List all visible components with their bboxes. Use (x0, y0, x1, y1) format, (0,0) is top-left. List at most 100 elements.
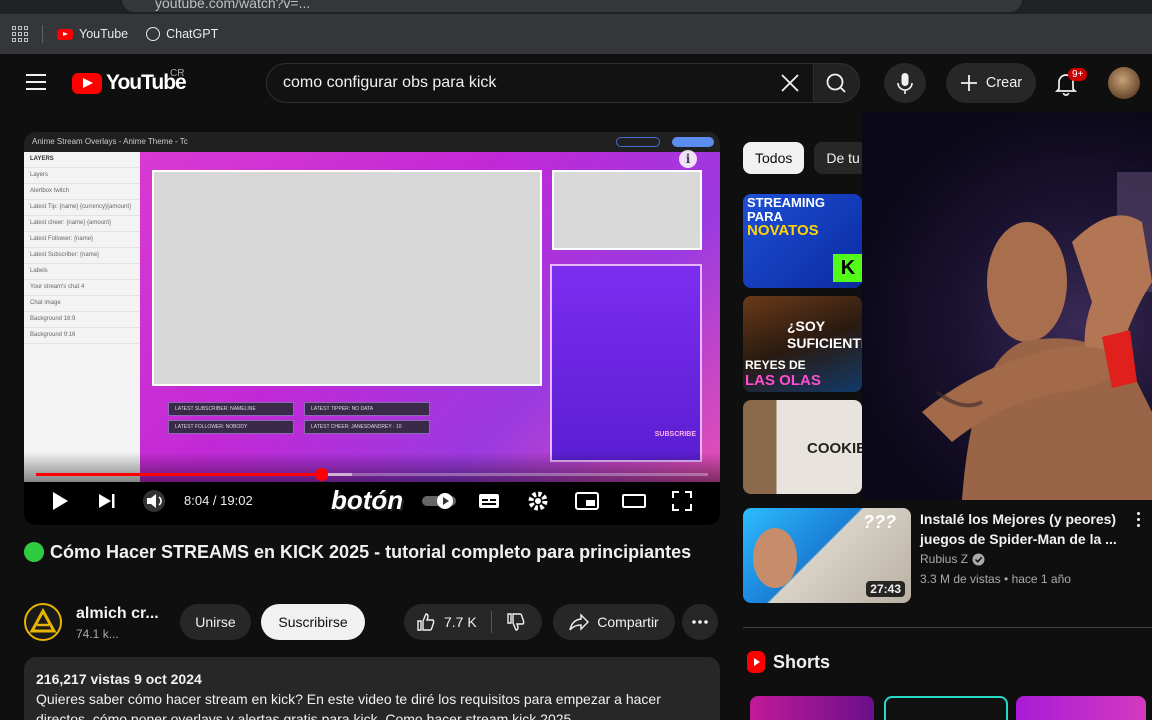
alert-label: LATEST FOLLOWER: NOBODY (168, 420, 294, 434)
share-icon (569, 613, 590, 631)
more-vertical-icon[interactable] (1134, 512, 1142, 530)
related-thumbnail[interactable]: COOKIE (743, 400, 862, 494)
menu-icon[interactable] (26, 74, 46, 90)
play-icon[interactable] (50, 489, 70, 513)
alert-label: LATEST SUBSCRIBER: NAMELINE (168, 402, 294, 416)
plus-icon (960, 75, 977, 91)
description-text: Quieres saber cómo hacer stream en kick?… (36, 691, 661, 720)
search-input[interactable]: como configurar obs para kick (283, 74, 496, 92)
related-video-thumbnail[interactable]: ??? 27:43 (743, 508, 911, 603)
progress-scrubber[interactable] (314, 468, 328, 481)
video-editor-topbar: Anime Stream Overlays - Anime Theme - Tc (24, 132, 720, 152)
youtube-play-icon (72, 72, 102, 94)
shorts-label: Shorts (773, 651, 831, 672)
video-overlay-canvas: SUBSCRIBE LATEST SUBSCRIBER: NAMELINE LA… (140, 152, 720, 482)
thumb-text: COOKIE (807, 440, 862, 457)
notifications-badge: 9+ (1068, 68, 1088, 81)
progress-bar[interactable] (36, 468, 708, 481)
dislike-icon[interactable] (506, 612, 526, 632)
related-thumbnail[interactable]: ¿SOY SUFICIENTE REYES DE LAS OLAS (743, 296, 862, 392)
masthead: YouTube CR como configurar obs para kick… (0, 54, 1152, 112)
channel-subscribers: 74.1 k... (76, 627, 119, 641)
short-thumbnail[interactable] (884, 696, 1008, 720)
layer-row: Your stream's chat 4 (24, 280, 140, 296)
thumb-text: ¿SOY SUFICIENTE (787, 318, 862, 351)
related-thumbnail[interactable]: STREAMING PARA NOVATOS K (743, 194, 862, 288)
caption-overlay: botón (331, 485, 404, 515)
share-button[interactable]: Compartir (553, 604, 675, 640)
related-channel-name: Rubius Z (920, 552, 969, 566)
related-video-meta: 3.3 M de vistas • hace 1 año (920, 572, 1071, 586)
alert-label: LATEST CHEER: JANESDANDREY · 10 (304, 420, 430, 434)
layer-row: Latest Follower: {name} (24, 232, 140, 248)
account-avatar[interactable] (1108, 67, 1140, 99)
video-title: Cómo Hacer STREAMS en KICK 2025 - tutori… (24, 538, 714, 566)
layer-row: Latest Tip: {name} {currency}{amount} (24, 200, 140, 216)
search-box[interactable]: como configurar obs para kick (266, 63, 814, 103)
youtube-logo[interactable]: YouTube (72, 71, 187, 95)
clear-icon[interactable] (779, 72, 801, 94)
like-dislike-group: 7.7 K (404, 604, 542, 640)
thumb-text: NOVATOS (747, 222, 819, 239)
subscribe-badge: SUBSCRIBE (654, 431, 696, 438)
miniplayer-icon[interactable] (574, 489, 600, 513)
editor-preview-pill (616, 137, 660, 147)
shorts-icon (747, 651, 765, 673)
subscribe-button[interactable]: Suscribirse (261, 604, 365, 640)
like-divider (490, 611, 492, 633)
layer-row: Labels (24, 264, 140, 280)
channel-logo-icon (29, 607, 57, 633)
like-count: 7.7 K (444, 614, 477, 630)
bookmarks-bar: YouTube ChatGPT (0, 14, 1152, 54)
volume-icon[interactable] (142, 489, 170, 513)
short-thumbnail[interactable] (1016, 696, 1146, 720)
fullscreen-icon[interactable] (670, 489, 694, 513)
search-button[interactable] (814, 63, 860, 103)
webcam-overlay (862, 112, 1152, 500)
chatgpt-icon (146, 27, 161, 41)
voice-search-button[interactable] (884, 63, 926, 103)
description-box[interactable]: 216,217 vistas 9 oct 2024 Quieres saber … (24, 657, 720, 720)
thumb-text: STREAMING PARA (747, 195, 825, 224)
more-actions-button[interactable] (682, 604, 718, 640)
editor-save-pill (672, 137, 714, 147)
video-layers-panel: LAYERS Layers Alertbox twitch Latest Tip… (24, 152, 140, 482)
subscribe-label: Suscribirse (278, 614, 348, 630)
settings-gear-icon[interactable] (526, 489, 550, 513)
bookmark-youtube[interactable]: YouTube (57, 27, 128, 41)
filter-chips: Todos De tu (743, 142, 872, 174)
autoplay-toggle-icon[interactable] (420, 489, 458, 513)
create-button[interactable]: Crear (946, 63, 1036, 103)
shorts-header: Shorts (747, 651, 830, 673)
related-video-channel[interactable]: Rubius Z (920, 552, 985, 566)
video-duration: 27:43 (866, 581, 905, 597)
short-thumbnail[interactable] (750, 696, 874, 720)
thumb-face (753, 528, 797, 588)
share-label: Compartir (597, 614, 659, 630)
bookmark-label: YouTube (79, 27, 129, 41)
layer-row: Background 9:16 (24, 328, 140, 344)
video-player[interactable]: Anime Stream Overlays - Anime Theme - Tc… (24, 132, 720, 525)
time-display: 8:04 / 19:02 (184, 493, 253, 508)
theater-mode-icon[interactable] (621, 489, 647, 513)
like-icon[interactable] (416, 612, 436, 632)
thumb-text: REYES DE (745, 358, 806, 372)
channel-avatar[interactable] (24, 603, 62, 641)
apps-grid-icon[interactable] (12, 26, 28, 42)
subtitles-icon[interactable] (477, 489, 501, 513)
info-icon[interactable]: i (679, 150, 697, 168)
related-video-title[interactable]: Instalé los Mejores (y peores) juegos de… (920, 509, 1120, 549)
address-bar-text[interactable]: youtube.com/watch?v=... (155, 0, 310, 11)
search-icon (826, 73, 846, 93)
channel-name[interactable]: almich cr... (76, 605, 159, 623)
join-button[interactable]: Unirse (180, 604, 251, 640)
video-camera-frame (152, 170, 542, 386)
chip-all[interactable]: Todos (743, 142, 805, 174)
microphone-icon (897, 73, 913, 94)
layer-row: Chat image (24, 296, 140, 312)
video-title-text: Cómo Hacer STREAMS en KICK 2025 - tutori… (50, 542, 692, 562)
views-and-date: 216,217 vistas 9 oct 2024 (36, 671, 202, 687)
next-icon[interactable] (96, 489, 118, 513)
layer-row: Background 16:9 (24, 312, 140, 328)
bookmark-chatgpt[interactable]: ChatGPT (146, 27, 218, 41)
